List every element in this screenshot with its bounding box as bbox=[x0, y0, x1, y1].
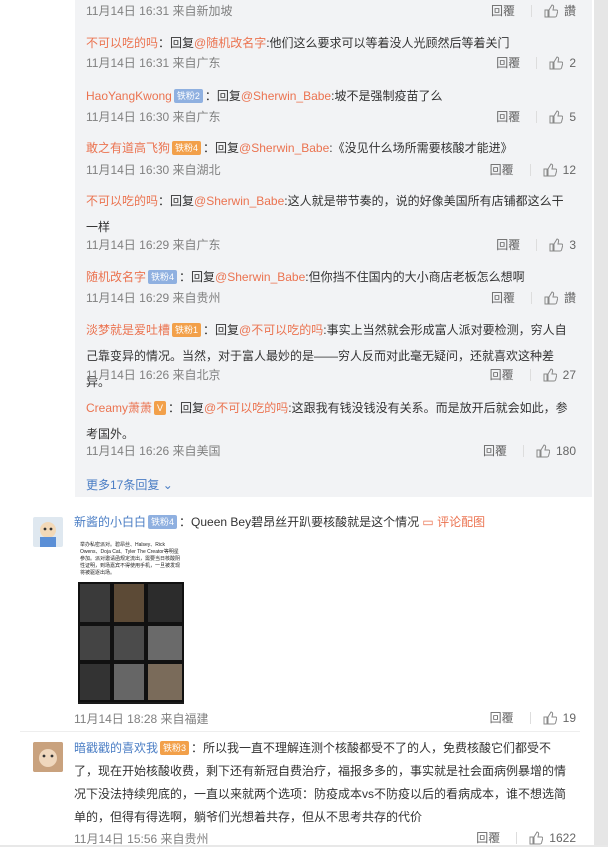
reply-actions: 回覆 12 bbox=[490, 161, 576, 179]
reply-item: HaoYangKwong 铁粉2 ：回复@Sherwin_Babe:坡不是强制疫苗了… bbox=[86, 89, 443, 103]
comment-image-link[interactable]: ▭ 评论配图 bbox=[422, 515, 485, 529]
reply-user[interactable]: HaoYangKwong bbox=[86, 89, 172, 103]
reply-button[interactable]: 回覆 bbox=[496, 54, 520, 72]
comment-panel: 11月14日 16:31 来自新加坡 回覆 讚 不可以吃的吗：回复@随机改名字:… bbox=[0, 0, 594, 847]
reply-meta: 11月14日 16:26 来自北京 bbox=[86, 368, 221, 382]
reply-actions: 回覆 讚 bbox=[491, 289, 576, 307]
comment-meta: 11月14日 15:56 来自贵州 bbox=[74, 832, 209, 846]
like-count: 180 bbox=[555, 444, 576, 458]
reply-text: :坡不是强制疫苗了么 bbox=[331, 89, 443, 103]
mention-link[interactable]: @Sherwin_Babe bbox=[194, 194, 284, 208]
reply-user[interactable]: Creamy萧萧 bbox=[86, 401, 152, 415]
comment-actions: 回覆 1622 bbox=[476, 829, 576, 847]
like-icon[interactable] bbox=[549, 238, 564, 252]
comment-text: ：Queen Bey碧昂丝开趴要核酸就是这个情况 bbox=[179, 515, 420, 529]
reply-user[interactable]: 敢之有道高飞狗 bbox=[86, 141, 170, 155]
reply-actions: 回覆 5 bbox=[496, 108, 576, 126]
reply-text: :他们这么要求可以等着没人光顾然后等着关门 bbox=[266, 36, 510, 50]
mention-link[interactable]: @随机改名字 bbox=[194, 36, 266, 50]
reply-actions: 回覆 讚 bbox=[491, 2, 576, 20]
photo-grid bbox=[78, 582, 184, 702]
like-count: 2 bbox=[569, 56, 576, 70]
reply-actions: 回覆 3 bbox=[496, 236, 576, 254]
reply-button[interactable]: 回覆 bbox=[490, 366, 514, 384]
comment-image[interactable]: 举办私密派对。碧昂丝、Halsey、Rick Owens、Doja Cat、Ty… bbox=[78, 540, 184, 704]
reply-button[interactable]: 回覆 bbox=[483, 442, 507, 460]
reply-actions: 回覆 27 bbox=[490, 366, 576, 384]
mention-link[interactable]: @Sherwin_Babe bbox=[239, 141, 329, 155]
like-count: 12 bbox=[562, 163, 576, 177]
like-icon[interactable] bbox=[543, 368, 557, 382]
reply-button[interactable]: 回覆 bbox=[496, 108, 520, 126]
reply-text: :《没见什么场所需要核酸才能进》 bbox=[329, 141, 513, 155]
reply-button[interactable]: 回覆 bbox=[476, 829, 500, 847]
like-count: 讚 bbox=[563, 4, 576, 18]
reply-user[interactable]: 不可以吃的吗 bbox=[86, 36, 158, 50]
reply-button[interactable]: 回覆 bbox=[490, 161, 514, 179]
like-count: 讚 bbox=[563, 291, 576, 305]
like-count: 27 bbox=[562, 368, 576, 382]
mention-link[interactable]: @不可以吃的吗 bbox=[204, 401, 288, 415]
fan-badge: 铁粉3 bbox=[160, 741, 190, 755]
reply-button[interactable]: 回覆 bbox=[496, 236, 520, 254]
reply-actions: 回覆 2 bbox=[496, 54, 576, 72]
like-count: 1622 bbox=[549, 831, 576, 845]
reply-item: 敢之有道高飞狗 铁粉4 ：回复@Sherwin_Babe:《没见什么场所需要核酸才能… bbox=[86, 141, 513, 155]
reply-user[interactable]: 淡梦就是爱吐槽 bbox=[86, 323, 170, 337]
fan-badge: 铁粉4 bbox=[148, 270, 178, 284]
image-icon: ▭ bbox=[422, 515, 434, 529]
like-icon[interactable] bbox=[549, 56, 564, 70]
like-icon[interactable] bbox=[543, 163, 557, 177]
reply-actions: 回覆 180 bbox=[483, 442, 576, 460]
like-icon[interactable] bbox=[529, 831, 544, 845]
comment-user[interactable]: 新酱的小白白 bbox=[74, 515, 146, 529]
comment-body: 新酱的小白白 铁粉4 ：Queen Bey碧昂丝开趴要核酸就是这个情况 ▭ 评论配图 bbox=[74, 511, 574, 534]
like-icon[interactable] bbox=[544, 291, 558, 305]
mention-link[interactable]: @Sherwin_Babe bbox=[215, 270, 305, 284]
reply-text: :但你挡不住国内的大小商店老板怎么想啊 bbox=[305, 270, 525, 284]
comment-body: 暗戳戳的喜欢我 铁粉3 ：所以我一直不理解连测个核酸都受不了的人，免费核酸它们都受不… bbox=[74, 737, 574, 829]
scrollbar[interactable] bbox=[594, 0, 608, 845]
reply-button[interactable]: 回覆 bbox=[491, 2, 515, 20]
reply-button[interactable]: 回覆 bbox=[491, 289, 515, 307]
reply-button[interactable]: 回覆 bbox=[490, 709, 514, 727]
chevron-down-icon: ⌄ bbox=[162, 478, 173, 492]
like-count: 19 bbox=[562, 711, 576, 725]
reply-meta: 11月14日 16:29 来自贵州 bbox=[86, 291, 221, 305]
like-icon[interactable] bbox=[549, 110, 564, 124]
fan-badge: 铁粉4 bbox=[148, 515, 178, 529]
reply-item: 不可以吃的吗：回复@随机改名字:他们这么要求可以等着没人光顾然后等着关门 bbox=[86, 36, 510, 50]
fan-badge: 铁粉1 bbox=[172, 323, 202, 337]
reply-meta: 11月14日 16:31 来自新加坡 bbox=[86, 4, 233, 18]
reply-user[interactable]: 不可以吃的吗 bbox=[86, 194, 158, 208]
reply-item: 不可以吃的吗：回复@Sherwin_Babe:这人就是带节奏的，说的好像美国所有… bbox=[86, 194, 564, 234]
image-caption: 举办私密派对。碧昂丝、Halsey、Rick Owens、Doja Cat、Ty… bbox=[78, 540, 184, 582]
reply-meta: 11月14日 16:31 来自广东 bbox=[86, 56, 221, 70]
reply-user[interactable]: 随机改名字 bbox=[86, 270, 146, 284]
divider bbox=[20, 731, 580, 732]
avatar[interactable] bbox=[33, 517, 63, 547]
avatar[interactable] bbox=[33, 742, 63, 772]
comment-meta: 11月14日 18:28 来自福建 bbox=[74, 712, 209, 726]
mention-link[interactable]: @不可以吃的吗 bbox=[239, 323, 323, 337]
comment-user[interactable]: 暗戳戳的喜欢我 bbox=[74, 741, 158, 755]
reply-item: 随机改名字 铁粉4 ：回复@Sherwin_Babe:但你挡不住国内的大小商店老板怎… bbox=[86, 270, 525, 284]
reply-meta: 11月14日 16:29 来自广东 bbox=[86, 238, 221, 252]
like-icon[interactable] bbox=[543, 711, 557, 725]
like-count: 3 bbox=[569, 238, 576, 252]
verified-badge: V bbox=[154, 401, 167, 415]
fan-badge: 铁粉2 bbox=[173, 89, 203, 103]
mention-link[interactable]: @Sherwin_Babe bbox=[241, 89, 331, 103]
fan-badge: 铁粉4 bbox=[172, 141, 202, 155]
like-icon[interactable] bbox=[544, 4, 558, 18]
like-count: 5 bbox=[569, 110, 576, 124]
reply-meta: 11月14日 16:30 来自广东 bbox=[86, 110, 221, 124]
reply-meta: 11月14日 16:30 来自湖北 bbox=[86, 163, 221, 177]
more-replies-link[interactable]: 更多17条回复 ⌄ bbox=[86, 476, 173, 493]
like-icon[interactable] bbox=[536, 444, 550, 458]
reply-meta: 11月14日 16:26 来自美国 bbox=[86, 444, 221, 458]
reply-item: Creamy萧萧 V ：回复@不可以吃的吗:这跟我有钱没钱没有关系。而是放开后就会如… bbox=[86, 401, 568, 441]
comment-actions: 回覆 19 bbox=[490, 709, 576, 727]
